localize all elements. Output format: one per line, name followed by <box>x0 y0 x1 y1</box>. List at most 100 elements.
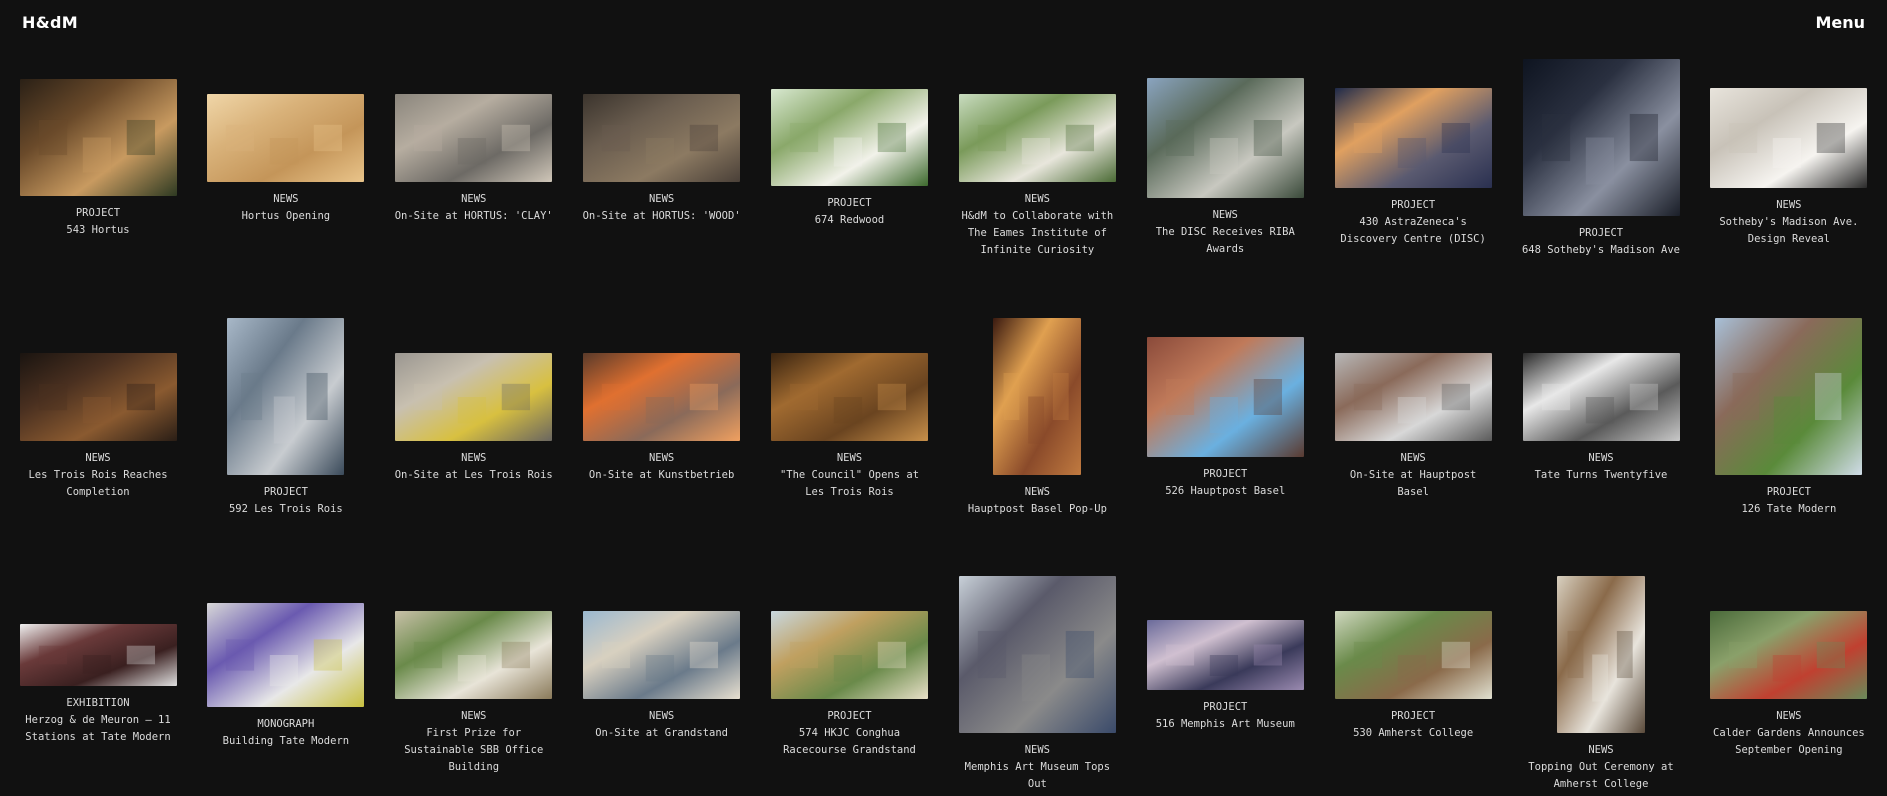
grid-card[interactable]: NEWS H&dM to Collaborate with The Eames I… <box>955 59 1119 259</box>
card-thumbnail[interactable] <box>583 610 741 699</box>
card-thumbnail[interactable] <box>1715 318 1863 475</box>
card-thumbnail[interactable] <box>395 352 553 441</box>
card-thumbnail[interactable] <box>1334 610 1492 699</box>
logo[interactable]: H&dM <box>22 13 78 32</box>
card-title[interactable]: On-Site at Hauptpost Basel <box>1331 467 1495 501</box>
card-type: MONOGRAPH <box>257 717 315 730</box>
grid-card[interactable]: PROJECT 674 Redwood <box>768 59 932 229</box>
card-thumbnail[interactable] <box>771 89 928 186</box>
grid-card[interactable]: NEWS Topping Out Ceremony at Amherst Coll… <box>1519 576 1683 793</box>
card-thumbnail[interactable] <box>1522 352 1680 441</box>
card-title[interactable]: 126 Tate Modern <box>1707 501 1871 518</box>
card-title[interactable]: Les Trois Rois Reaches Completion <box>16 467 180 501</box>
card-title[interactable]: On-Site at Kunstbetrieb <box>580 467 744 484</box>
card-title[interactable]: 674 Redwood <box>768 212 932 229</box>
card-title[interactable]: 592 Les Trois Rois <box>204 501 368 518</box>
card-thumbnail[interactable] <box>1146 336 1304 457</box>
grid-card[interactable]: PROJECT 543 Hortus <box>16 59 180 239</box>
card-title[interactable]: Herzog & de Meuron – 11 Stations at Tate… <box>16 712 180 746</box>
card-title[interactable]: Calder Gardens Announces September Openi… <box>1707 725 1871 759</box>
card-title[interactable]: Topping Out Ceremony at Amherst College <box>1519 759 1683 793</box>
grid-card[interactable]: NEWS On-Site at HORTUS: 'CLAY' <box>392 59 556 225</box>
card-type: NEWS <box>1400 451 1426 464</box>
card-title[interactable]: First Prize for Sustainable SBB Office B… <box>392 725 556 776</box>
grid-card[interactable]: NEWS Memphis Art Museum Tops Out <box>955 576 1119 793</box>
grid-card[interactable]: PROJECT 592 Les Trois Rois <box>204 318 368 518</box>
card-thumbnail[interactable] <box>958 93 1116 182</box>
grid-card[interactable]: NEWS On-Site at Les Trois Rois <box>392 318 556 484</box>
card-title[interactable]: On-Site at HORTUS: 'CLAY' <box>392 208 556 225</box>
card-title[interactable]: Hortus Opening <box>204 208 368 225</box>
card-thumbnail[interactable] <box>771 610 928 699</box>
card-title[interactable]: "The Council" Opens at Les Trois Rois <box>768 467 932 501</box>
grid-card[interactable]: NEWS Hortus Opening <box>204 59 368 225</box>
grid-card[interactable]: PROJECT 516 Memphis Art Museum <box>1143 576 1307 733</box>
card-title[interactable]: H&dM to Collaborate with The Eames Insti… <box>955 208 1119 259</box>
card-thumbnail[interactable] <box>1557 576 1645 733</box>
card-type: NEWS <box>1212 208 1238 221</box>
grid-card[interactable]: NEWS Sotheby's Madison Ave. Design Reveal <box>1707 59 1871 248</box>
grid-card[interactable]: PROJECT 126 Tate Modern <box>1707 318 1871 518</box>
card-caption: NEWS On-Site at Hauptpost Basel <box>1331 450 1495 501</box>
card-caption: PROJECT 516 Memphis Art Museum <box>1143 699 1307 733</box>
card-title[interactable]: 543 Hortus <box>16 222 180 239</box>
card-title[interactable]: Hauptpost Basel Pop-Up <box>955 501 1119 518</box>
grid-card[interactable]: PROJECT 574 HKJC Conghua Racecourse Grand… <box>768 576 932 759</box>
card-thumbnail[interactable] <box>1710 610 1868 699</box>
card-thumbnail[interactable] <box>395 610 553 699</box>
grid-card[interactable]: NEWS Les Trois Rois Reaches Completion <box>16 318 180 501</box>
card-title[interactable]: Building Tate Modern <box>204 733 368 750</box>
card-title[interactable]: The DISC Receives RIBA Awards <box>1143 224 1307 258</box>
card-thumbnail[interactable] <box>1522 59 1680 216</box>
card-title[interactable]: Tate Turns Twentyfive <box>1519 467 1683 484</box>
menu-button[interactable]: Menu <box>1815 13 1865 32</box>
grid-card[interactable]: NEWS The DISC Receives RIBA Awards <box>1143 59 1307 258</box>
card-thumbnail[interactable] <box>395 93 553 182</box>
grid-card[interactable]: NEWS On-Site at Hauptpost Basel <box>1331 318 1495 501</box>
grid-card[interactable]: EXHIBITION Herzog & de Meuron – 11 Statio… <box>16 576 180 746</box>
card-title[interactable]: Memphis Art Museum Tops Out <box>955 759 1119 793</box>
card-title[interactable]: On-Site at Les Trois Rois <box>392 467 556 484</box>
grid-card[interactable]: NEWS On-Site at HORTUS: 'WOOD' <box>580 59 744 225</box>
grid-card[interactable]: NEWS "The Council" Opens at Les Trois Roi… <box>768 318 932 501</box>
grid-card[interactable]: NEWS Calder Gardens Announces September O… <box>1707 576 1871 759</box>
card-thumbnail[interactable] <box>207 602 365 707</box>
card-caption: PROJECT 126 Tate Modern <box>1707 484 1871 518</box>
card-thumbnail[interactable] <box>771 352 928 441</box>
card-caption: PROJECT 430 AstraZeneca's Discovery Centr… <box>1331 197 1495 248</box>
card-thumbnail[interactable] <box>1146 619 1304 690</box>
card-thumbnail[interactable] <box>1146 77 1304 198</box>
card-title[interactable]: 530 Amherst College <box>1331 725 1495 742</box>
card-thumbnail[interactable] <box>1710 87 1868 188</box>
card-thumbnail[interactable] <box>1334 87 1492 188</box>
card-title[interactable]: 648 Sotheby's Madison Ave <box>1519 242 1683 259</box>
grid-card[interactable]: NEWS On-Site at Grandstand <box>580 576 744 742</box>
grid-card[interactable]: PROJECT 430 AstraZeneca's Discovery Centr… <box>1331 59 1495 248</box>
card-title[interactable]: On-Site at Grandstand <box>580 725 744 742</box>
card-thumbnail[interactable] <box>19 352 177 441</box>
grid-card[interactable]: NEWS Hauptpost Basel Pop-Up <box>955 318 1119 518</box>
grid-card[interactable]: PROJECT 530 Amherst College <box>1331 576 1495 742</box>
card-title[interactable]: Sotheby's Madison Ave. Design Reveal <box>1707 214 1871 248</box>
grid-card[interactable]: MONOGRAPH Building Tate Modern <box>204 576 368 750</box>
grid-card[interactable]: PROJECT 526 Hauptpost Basel <box>1143 318 1307 500</box>
card-thumbnail[interactable] <box>19 79 177 196</box>
card-thumbnail[interactable] <box>583 352 741 441</box>
card-caption: EXHIBITION Herzog & de Meuron – 11 Statio… <box>16 695 180 746</box>
card-thumbnail[interactable] <box>993 318 1082 475</box>
grid-card[interactable]: NEWS Tate Turns Twentyfive <box>1519 318 1683 484</box>
card-thumbnail[interactable] <box>583 93 741 182</box>
card-thumbnail[interactable] <box>207 93 365 182</box>
grid-card[interactable]: NEWS First Prize for Sustainable SBB Offi… <box>392 576 556 776</box>
card-title[interactable]: 516 Memphis Art Museum <box>1143 716 1307 733</box>
card-title[interactable]: 430 AstraZeneca's Discovery Centre (DISC… <box>1331 214 1495 248</box>
grid-card[interactable]: PROJECT 648 Sotheby's Madison Ave <box>1519 59 1683 259</box>
card-thumbnail[interactable] <box>19 623 177 686</box>
card-title[interactable]: On-Site at HORTUS: 'WOOD' <box>580 208 744 225</box>
card-title[interactable]: 526 Hauptpost Basel <box>1143 483 1307 500</box>
card-thumbnail[interactable] <box>958 576 1116 733</box>
card-thumbnail[interactable] <box>227 318 345 475</box>
card-title[interactable]: 574 HKJC Conghua Racecourse Grandstand <box>768 725 932 759</box>
card-thumbnail[interactable] <box>1334 352 1492 441</box>
grid-card[interactable]: NEWS On-Site at Kunstbetrieb <box>580 318 744 484</box>
